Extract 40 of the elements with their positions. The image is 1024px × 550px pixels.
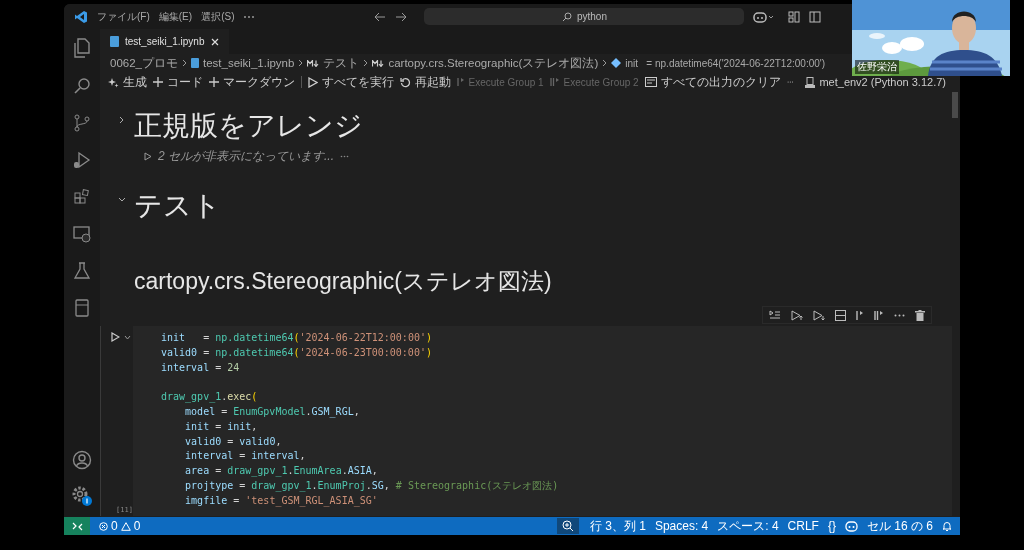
toolbar-button[interactable]: マークダウン <box>209 73 295 91</box>
heading: 正規版をアレンジ <box>134 109 363 143</box>
toolbar-button[interactable]: すべてを実行 <box>307 73 394 91</box>
breadcrumb-item[interactable]: test_seiki_1.ipynb <box>203 57 295 69</box>
toolbar-button[interactable]: すべての出力のクリア <box>644 73 781 91</box>
status-item[interactable]: スペース: 4 <box>717 517 779 535</box>
code-line: valid0 = np.datetime64('2024-06-23T00:00:00') <box>161 346 432 358</box>
toolbar-button[interactable]: 生成 <box>108 73 147 91</box>
menu-item[interactable]: 選択(S) <box>201 9 235 24</box>
kernel-picker[interactable]: met_env2 (Python 3.12.7) <box>805 76 946 88</box>
breadcrumb-item[interactable]: 0062_プロモ <box>110 55 178 71</box>
status-item[interactable]: 行 3、列 1 <box>589 517 646 535</box>
search-field[interactable]: python <box>424 8 745 25</box>
code-line: interval = 24 <box>161 361 240 373</box>
menu-item[interactable]: ファイル(F) <box>97 9 150 24</box>
breadcrumb-item[interactable]: cartopy.crs.Stereographic(ステレオ図法) <box>388 55 599 71</box>
heading: テスト <box>134 189 221 223</box>
hidden-cells-note[interactable]: 2 セルが非表示になっています... <box>158 147 334 165</box>
code-line: draw_gpv_1.exec( <box>161 391 258 403</box>
menu-item[interactable]: 編集(E) <box>158 9 193 24</box>
subheading: cartopy.crs.Stereographic(ステレオ図法) <box>133 267 553 296</box>
breadcrumb-item[interactable]: init = np.datetime64('2024-06-22T12:00:00') <box>625 57 826 69</box>
code-line: model = EnumGpvModel.GSM_RGL, <box>184 406 360 417</box>
status-item[interactable]: CRLF <box>787 519 819 533</box>
file-tab[interactable]: test_seiki_1.ipynb <box>100 29 229 54</box>
code-line: interval = interval, <box>184 450 306 462</box>
participant-name: 佐野栄治 <box>855 60 899 74</box>
code-line: init = init, <box>184 420 258 432</box>
problems-button[interactable]: 0 0 <box>99 519 141 533</box>
code-line: area = draw_gpv_1.EnumArea.ASIA, <box>184 465 378 477</box>
code-line: init = np.datetime64('2024-06-22T12:00:00') <box>161 332 432 343</box>
code-line: valid0 = valid0, <box>184 435 282 447</box>
toolbar-button[interactable]: コード <box>153 73 203 91</box>
code-line: imgfile = 'test_GSM_RGL_ASIA_SG' <box>184 494 378 506</box>
toolbar-button[interactable]: 再起動 <box>399 73 451 91</box>
status-item[interactable]: Spaces: 4 <box>654 519 709 533</box>
breadcrumb-item[interactable]: テスト <box>323 55 360 71</box>
code-line: projtype = draw_gpv_1.EnumProj.SG, # Stereographic(ステレオ図法) <box>184 479 559 491</box>
status-item[interactable]: セル 16 の 6 <box>866 517 933 535</box>
status-item[interactable]: {} <box>827 519 836 533</box>
